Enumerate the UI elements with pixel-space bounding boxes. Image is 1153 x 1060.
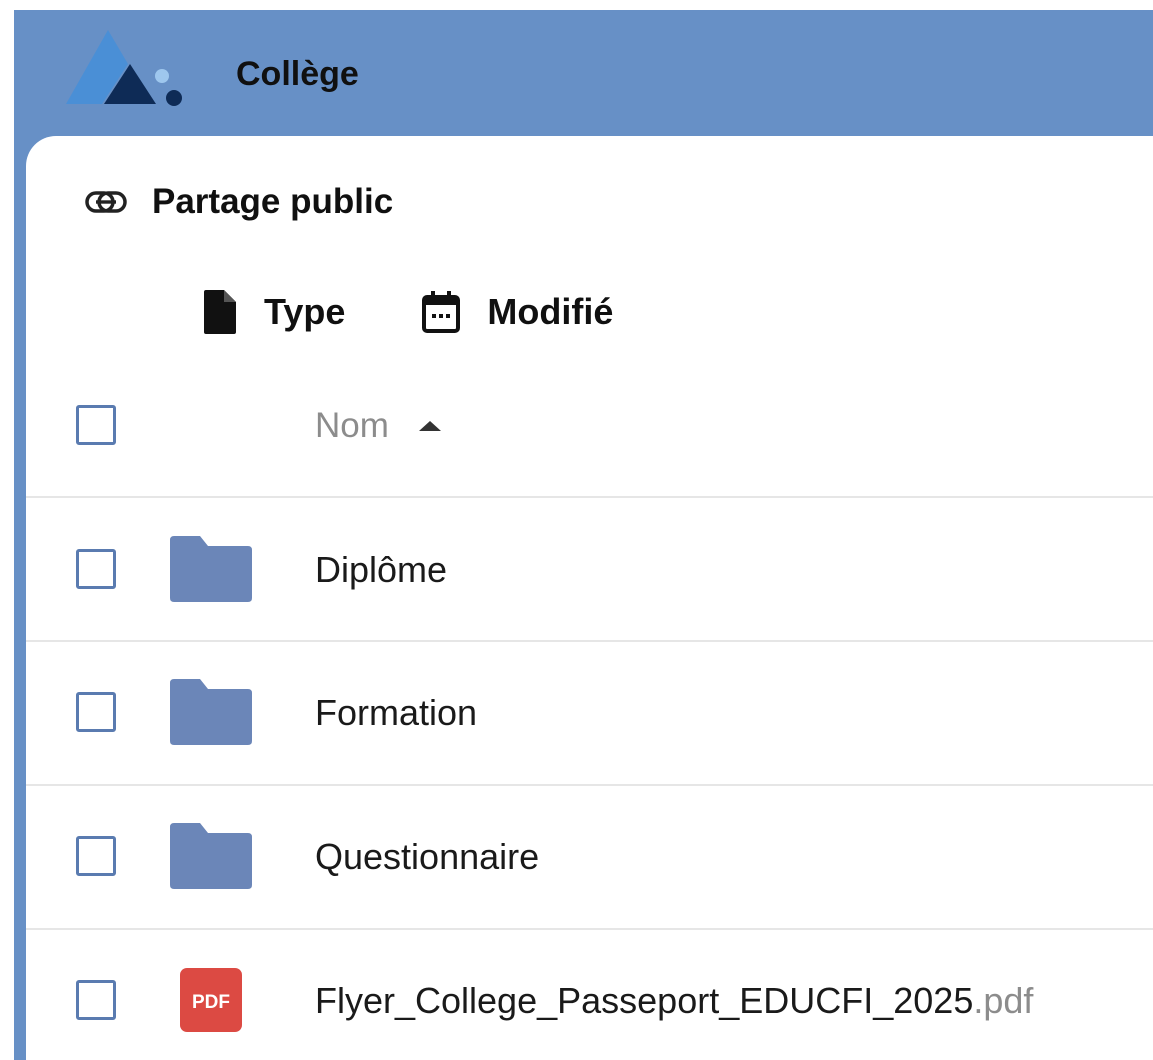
filter-bar: Type Modifié — [202, 286, 689, 338]
filter-type-button[interactable]: Type — [202, 288, 345, 336]
public-share-label: Partage public — [152, 182, 394, 221]
svg-text:PDF: PDF — [192, 992, 230, 1013]
select-all-checkbox[interactable] — [76, 405, 116, 445]
file-icon — [204, 290, 236, 334]
file-name[interactable]: Flyer_College_Passeport_EDUCFI_2025.pdf — [315, 980, 1033, 1022]
folder-icon[interactable] — [168, 534, 254, 604]
sort-ascending-icon — [418, 421, 441, 431]
filter-modified-label: Modifié — [487, 291, 614, 332]
file-name[interactable]: Diplôme — [315, 549, 447, 591]
file-name[interactable]: Formation — [315, 692, 477, 734]
row-checkbox[interactable] — [76, 692, 116, 732]
filter-modified-button[interactable]: Modifié — [421, 290, 613, 334]
divider — [26, 928, 1153, 930]
filter-type-label: Type — [264, 291, 346, 332]
row-checkbox[interactable] — [76, 836, 116, 876]
folder-icon[interactable] — [168, 821, 254, 891]
row-checkbox[interactable] — [76, 549, 116, 589]
file-name[interactable]: Questionnaire — [315, 836, 539, 878]
column-header-name[interactable]: Nom — [315, 406, 443, 446]
divider — [26, 784, 1153, 786]
file-basename: Flyer_College_Passeport_EDUCFI_2025 — [315, 980, 974, 1021]
file-extension: .pdf — [973, 980, 1034, 1021]
app-logo[interactable] — [64, 28, 188, 112]
link-icon — [85, 191, 127, 213]
divider — [26, 496, 1153, 498]
calendar-icon — [422, 291, 461, 333]
pdf-icon[interactable]: PDF — [180, 968, 242, 1032]
app-window: Collège Partage public Type Modifié Nom … — [0, 0, 1153, 1060]
row-checkbox[interactable] — [76, 980, 116, 1020]
app-title[interactable]: Collège — [236, 54, 359, 94]
public-share-heading: Partage public — [84, 180, 393, 224]
column-name-label: Nom — [315, 406, 389, 445]
folder-icon[interactable] — [168, 677, 254, 747]
divider — [26, 640, 1153, 642]
